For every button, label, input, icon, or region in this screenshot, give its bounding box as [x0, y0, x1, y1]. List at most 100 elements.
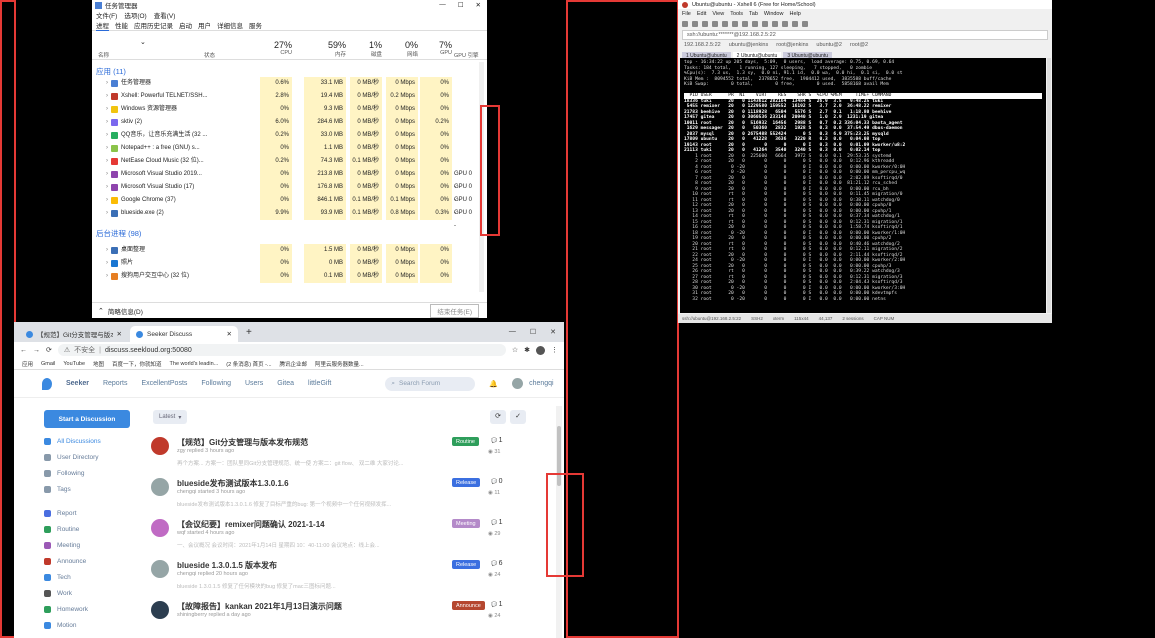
bookmark-maps[interactable]: 地图 — [93, 360, 104, 368]
url-input[interactable]: ⚠ 不安全 | discuss.seekloud.org:50080 — [57, 344, 506, 356]
discussion-title[interactable]: blueside 1.3.0.1.5 版本发布 — [177, 560, 277, 571]
expand-chevron-icon[interactable]: › — [106, 244, 108, 257]
encoding-icon[interactable] — [772, 21, 778, 27]
terminal-scrollbar[interactable] — [1047, 58, 1051, 313]
avatar[interactable] — [512, 378, 524, 389]
process-row[interactable]: › Notepad++ : a free (GNU) s... 0% 1.1 MB 0 … — [92, 142, 478, 155]
tag-badge[interactable]: Announce — [452, 601, 485, 610]
process-row[interactable]: › blueside.exe (2) 9.9% 93.9 MB 0.1 MB/秒 0.8 … — [92, 207, 478, 229]
sidebar-item-tags[interactable]: Tags — [44, 486, 71, 493]
refresh-button[interactable]: ⟳ — [490, 410, 506, 424]
avatar[interactable] — [151, 601, 169, 619]
new-tab-button[interactable]: + — [240, 327, 258, 338]
fewer-details-link[interactable]: 简略信息(D) — [108, 306, 143, 316]
expand-chevron-icon[interactable]: › — [106, 257, 108, 270]
tab-close-icon[interactable]: ✕ — [117, 330, 122, 338]
discussion-title[interactable]: 【规范】Git分支管理与版本发布规范 — [177, 437, 308, 448]
bookmark-github[interactable]: The world's leadin... — [170, 361, 219, 367]
browser-tab-1[interactable]: 【规范】Git分支管理与版本发布... ✕ — [20, 326, 128, 342]
process-row[interactable]: › sktiv (2) 6.0% 284.6 MB 0 MB/秒 0 Mbps 0.2% — [92, 116, 478, 129]
sidebar-item-following[interactable]: Following — [44, 470, 84, 477]
expand-chevron-icon[interactable]: › — [106, 129, 108, 142]
copy-icon[interactable] — [712, 21, 718, 27]
expand-chevron-icon[interactable]: › — [106, 207, 108, 220]
sidebar-item-routine[interactable]: Routine — [44, 526, 79, 533]
nav-excellentposts[interactable]: ExcellentPosts — [141, 380, 187, 387]
bookmark-apps[interactable]: 应用 — [22, 360, 33, 368]
process-row[interactable]: › Google Chrome (37) 0% 846.1 MB 0.1 MB/秒 0.1… — [92, 194, 478, 216]
sidebar-item-homework[interactable]: Homework — [44, 606, 88, 613]
maximize-button[interactable]: ☐ — [530, 328, 536, 336]
expand-chevron-icon[interactable]: › — [106, 168, 108, 181]
properties-icon[interactable] — [752, 21, 758, 27]
nav-reports[interactable]: Reports — [103, 380, 128, 387]
sidebar-item-report[interactable]: Report — [44, 510, 77, 517]
session-link-1[interactable]: 192.168.2.5:22 — [684, 42, 721, 48]
menu-options[interactable]: 选项(O) — [124, 10, 146, 20]
tab-performance[interactable]: 性能 — [115, 20, 128, 30]
close-button[interactable]: ✕ — [476, 1, 481, 9]
col-network[interactable]: 0% 网络 — [386, 40, 418, 58]
star-icon[interactable]: ☆ — [512, 346, 518, 354]
tab-services[interactable]: 服务 — [249, 20, 262, 30]
process-row[interactable]: › 桌面整理 0% 1.5 MB 0 MB/秒 0 Mbps 0% — [92, 244, 478, 257]
process-row[interactable]: › Xshell: Powerful TELNET/SSH... 2.8% 19.4 … — [92, 90, 478, 103]
col-memory[interactable]: 59% 内存 — [304, 40, 346, 58]
address-input[interactable]: ssh://ubuntu:*******@192.168.2.5:22 — [682, 30, 1048, 40]
menu-file[interactable]: File — [682, 11, 691, 17]
start-discussion-button[interactable]: Start a Discussion — [44, 410, 130, 428]
reload-icon[interactable]: ⟳ — [46, 346, 52, 354]
expand-chevron-icon[interactable]: › — [106, 194, 108, 207]
expand-chevron-icon[interactable]: › — [106, 90, 108, 103]
disconnect-icon[interactable] — [702, 21, 708, 27]
menu-help[interactable]: Help — [789, 11, 800, 17]
discussion-item[interactable]: 【会议纪要】remixer问题确认 2021-1-14 wqf started 4… — [151, 519, 543, 555]
notification-icon[interactable]: 🔔 — [489, 380, 498, 388]
bookmark-baidu[interactable]: 百度一下，你就知道 — [112, 360, 162, 368]
col-name[interactable]: 名称 — [98, 51, 109, 59]
close-button[interactable]: ✕ — [550, 328, 556, 336]
sidebar-item-all-discussions[interactable]: All Discussions — [44, 438, 101, 445]
discussion-title[interactable]: blueside发布测试版本1.3.0.1.6 — [177, 478, 289, 489]
bookmark-aliyun[interactable]: 阿里云服务器数量... — [315, 360, 364, 368]
lock-icon[interactable] — [792, 21, 798, 27]
tab-startup[interactable]: 启动 — [179, 20, 192, 30]
discussion-item[interactable]: blueside发布测试版本1.3.0.1.6 chengqi started 3… — [151, 478, 543, 514]
process-row[interactable]: › Microsoft Visual Studio (17) 0% 176.8 MB 0… — [92, 181, 478, 203]
nav-users[interactable]: Users — [245, 380, 263, 387]
process-row[interactable]: › 任务管理器 0.6% 33.1 MB 0 MB/秒 0 Mbps 0% — [92, 77, 478, 90]
nav-following[interactable]: Following — [201, 380, 231, 387]
discussion-item[interactable]: blueside 1.3.0.1.5 版本发布 chengqi replied 2… — [151, 560, 543, 596]
sidebar-item-user-directory[interactable]: User Directory — [44, 454, 99, 461]
find-icon[interactable] — [732, 21, 738, 27]
expand-chevron-icon[interactable]: › — [106, 270, 108, 283]
process-row[interactable]: › NetEase Cloud Music (32 位)... 0.2% 74.3 M… — [92, 155, 478, 168]
sidebar-item-announce[interactable]: Announce — [44, 558, 86, 565]
bookmark-gmail[interactable]: Gmail — [41, 361, 55, 367]
discussion-item[interactable]: 【故障报告】kankan 2021年1月13日演示问题 shiningberry … — [151, 601, 543, 637]
expand-chevron-icon[interactable]: › — [106, 116, 108, 129]
maximize-button[interactable]: ☐ — [458, 1, 464, 9]
avatar[interactable] — [151, 519, 169, 537]
discussion-item[interactable]: 【规范】Git分支管理与版本发布规范 zgy replied 3 hours ag… — [151, 437, 543, 473]
forum-brand[interactable]: Seeker — [66, 380, 89, 387]
bookmark-csdn[interactable]: (2 条消息) 首页 -... — [226, 360, 271, 368]
tab-app-history[interactable]: 应用历史记录 — [134, 20, 173, 30]
browser-tab-2[interactable]: Seeker Discuss ✕ — [130, 326, 238, 342]
minimize-button[interactable]: — — [509, 328, 516, 336]
profile-icon[interactable] — [536, 345, 545, 355]
tag-badge[interactable]: Release — [452, 560, 481, 569]
minimize-button[interactable]: — — [439, 1, 446, 9]
session-link-4[interactable]: ubuntu@2 — [816, 42, 841, 48]
nav-gitea[interactable]: Gitea — [277, 380, 294, 387]
section-background[interactable]: 后台进程 (98) — [96, 228, 141, 239]
paste-icon[interactable] — [722, 21, 728, 27]
menu-view[interactable]: 查看(V) — [154, 10, 176, 20]
sort-dropdown[interactable]: Latest ▾ — [153, 410, 188, 424]
menu-icon[interactable]: ⋮ — [551, 346, 558, 354]
menu-view[interactable]: View — [712, 11, 724, 17]
session-link-3[interactable]: root@jenkins — [776, 42, 808, 48]
discussion-title[interactable]: 【故障报告】kankan 2021年1月13日演示问题 — [177, 601, 342, 612]
sidebar-item-tech[interactable]: Tech — [44, 574, 71, 581]
expand-chevron-icon[interactable]: › — [106, 77, 108, 90]
